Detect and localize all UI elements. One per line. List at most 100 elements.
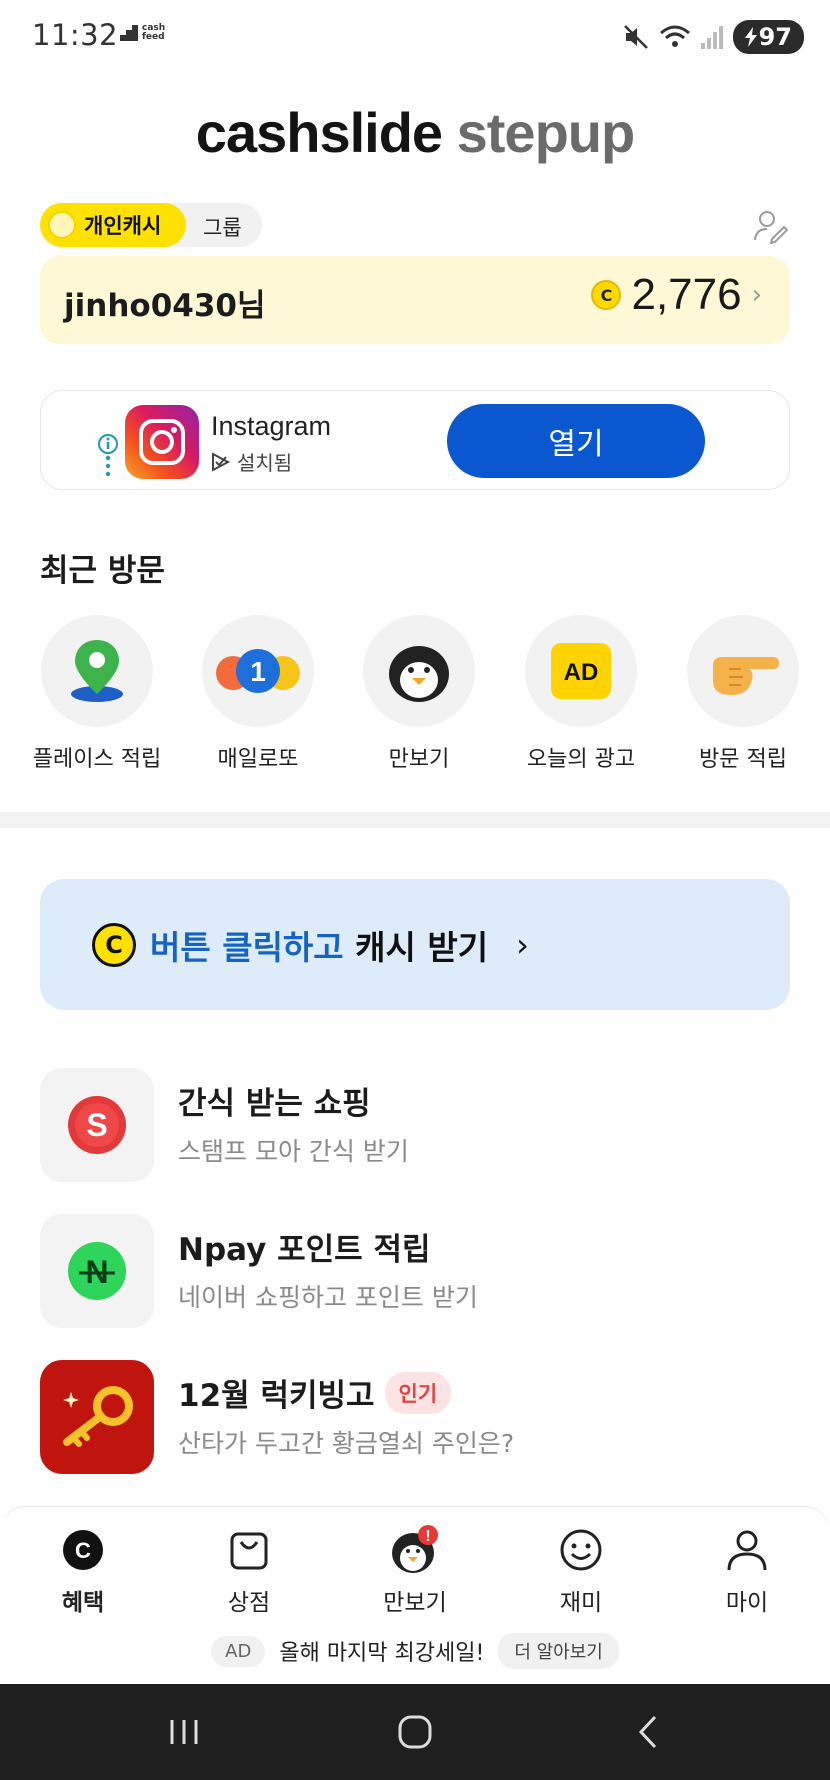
ad-tag: AD (211, 1635, 266, 1667)
shopping-s-icon: S (68, 1096, 126, 1154)
ad-headline[interactable]: 올해 마지막 최강세일! (279, 1635, 484, 1667)
lotto-number: 1 (250, 656, 266, 687)
recent-visits-list: 플레이스 적립 1 매일로또 만보기 AD 오늘의 광고 방문 적립 (0, 615, 830, 775)
charging-bolt-icon (744, 27, 757, 47)
nav-tab-benefits[interactable]: C 혜택 (23, 1525, 143, 1617)
shopping-bag-icon-svg (230, 1532, 268, 1570)
instagram-ad-card[interactable]: Instagram 설치됨 열기 (40, 390, 790, 490)
feature-title: Npay 포인트 적립 (178, 1224, 431, 1269)
recent-visits-title: 최근 방문 (40, 553, 165, 589)
open-app-button[interactable]: 열기 (447, 404, 705, 478)
mute-icon (623, 25, 648, 49)
chevron-right-icon: › (516, 925, 529, 964)
ad-app-name: Instagram (211, 411, 332, 441)
feature-title-text: 12월 럭키빙고 (178, 1378, 375, 1414)
ad-info-icon[interactable] (97, 433, 119, 477)
feature-subtitle: 스탬프 모아 간식 받기 (178, 1137, 409, 1166)
home-icon (398, 1715, 432, 1749)
popular-badge: 인기 (384, 1371, 452, 1414)
recent-item-visit[interactable]: 방문 적립 (658, 615, 828, 773)
alert-mark: ! (425, 1528, 430, 1545)
learn-more-button[interactable]: 더 알아보기 (498, 1633, 619, 1669)
nav-tab-store[interactable]: 상점 (189, 1525, 309, 1617)
lotto-balls-icon: 1 (216, 649, 300, 693)
recent-item-pedometer[interactable]: 만보기 (334, 615, 504, 773)
balance-amount: 2,776 (631, 270, 742, 319)
recent-item-place[interactable]: 플레이스 적립 (12, 615, 182, 773)
back-button[interactable] (618, 1708, 678, 1756)
installed-check-icon (212, 451, 231, 472)
back-icon (638, 1715, 657, 1749)
banner-text-rest: 캐시 받기 (343, 927, 489, 967)
nav-coin-letter: C (75, 1538, 91, 1563)
recent-item-label: 오늘의 광고 (526, 747, 636, 772)
recent-item-todays-ad[interactable]: AD 오늘의 광고 (496, 615, 666, 773)
app-title-stepup: stepup (456, 101, 636, 164)
feature-icon-box: N (40, 1214, 154, 1328)
penguin-nav-icon-svg: ! (392, 1525, 438, 1573)
feature-icon-box (40, 1360, 154, 1474)
recent-item-circle (363, 615, 475, 727)
nav-label: 상점 (227, 1590, 271, 1616)
feature-title: 12월 럭키빙고 인기 (178, 1370, 452, 1415)
recent-item-label: 매일로또 (217, 747, 299, 772)
toggle-knob (48, 211, 76, 239)
feature-subtitle: 네이버 쇼핑하고 포인트 받기 (178, 1283, 478, 1312)
status-icons: 97 (623, 20, 804, 54)
battery-level: 97 (758, 23, 792, 51)
nav-tab-fun[interactable]: 재미 (521, 1525, 641, 1617)
feature-snack-shopping[interactable]: S 간식 받는 쇼핑 스탬프 모아 간식 받기 (40, 1068, 790, 1182)
recent-item-label: 플레이스 적립 (32, 747, 162, 772)
recent-item-circle (41, 615, 153, 727)
feature-title-text: 간식 받는 쇼핑 (178, 1086, 371, 1122)
profile-edit-icon[interactable] (752, 208, 788, 244)
click-for-cash-banner[interactable]: C 버튼 클릭하고 캐시 받기 › (40, 879, 790, 1010)
status-time: 11:32 (32, 18, 119, 52)
smile-icon-svg (560, 1529, 602, 1571)
coin-c-icon-svg: C (63, 1530, 103, 1570)
home-button[interactable] (385, 1708, 445, 1756)
app-title-cashslide: cashslide (195, 101, 443, 164)
wifi-icon (659, 25, 690, 47)
toggle-personal-label: 개인캐시 (84, 214, 162, 238)
bottom-ad-strip[interactable]: AD 올해 마지막 최강세일! 더 알아보기 (0, 1633, 830, 1669)
feature-npay-points[interactable]: N Npay 포인트 적립 네이버 쇼핑하고 포인트 받기 (40, 1214, 790, 1328)
penguin-icon (389, 646, 449, 702)
signal-icon (700, 26, 723, 49)
battery-indicator: 97 (732, 20, 804, 54)
feature-icon-box: S (40, 1068, 154, 1182)
recent-item-lotto[interactable]: 1 매일로또 (173, 615, 343, 773)
balance-card[interactable]: jinho0430님 C 2,776 › (40, 256, 790, 344)
nav-tab-my[interactable]: 마이 (687, 1525, 807, 1617)
nav-label: 혜택 (61, 1590, 105, 1616)
feature-subtitle: 산타가 두고간 황금열쇠 주인은? (178, 1429, 515, 1458)
feature-lucky-bingo[interactable]: 12월 럭키빙고 인기 산타가 두고간 황금열쇠 주인은? (40, 1360, 790, 1474)
cash-mode-toggle[interactable]: 개인캐시 그룹 (40, 203, 262, 247)
coin-balance[interactable]: C 2,776 › (591, 270, 762, 320)
ad-icon-text: AD (564, 659, 599, 686)
pointing-hand-icon (713, 657, 779, 695)
nav-tab-pedometer[interactable]: ! 만보기 (355, 1525, 475, 1617)
coin-c-icon: C (58, 1525, 108, 1575)
map-pin-icon (71, 640, 123, 702)
bottom-navigation: C 혜택 상점 ! 만보기 재미 마이 AD 올해 마지막 최강세일! 더 알아… (0, 1506, 830, 1684)
toggle-personal-cash[interactable]: 개인캐시 (40, 203, 186, 247)
banner-text: 버튼 클릭하고 캐시 받기 (150, 921, 488, 969)
chevron-right-icon: › (751, 280, 762, 310)
ad-icon: AD (551, 643, 611, 699)
system-navigation-bar (0, 1684, 830, 1780)
recent-item-circle: 1 (202, 615, 314, 727)
penguin-icon: ! (390, 1525, 440, 1575)
cashfeed-logo: cash feed (120, 24, 165, 42)
feature-title-text: Npay 포인트 적립 (178, 1232, 431, 1268)
smile-icon (556, 1525, 606, 1575)
shopping-bag-icon (224, 1525, 274, 1575)
feature-title: 간식 받는 쇼핑 (178, 1078, 371, 1123)
shopping-s-letter: S (86, 1107, 107, 1143)
recent-item-label: 만보기 (388, 747, 450, 772)
cash-coin-icon: C (591, 280, 622, 310)
instagram-camera-icon (139, 419, 185, 465)
recent-apps-button[interactable] (154, 1708, 214, 1756)
toggle-group[interactable]: 그룹 (203, 212, 242, 242)
cashfeed-text-line2: feed (142, 32, 165, 42)
